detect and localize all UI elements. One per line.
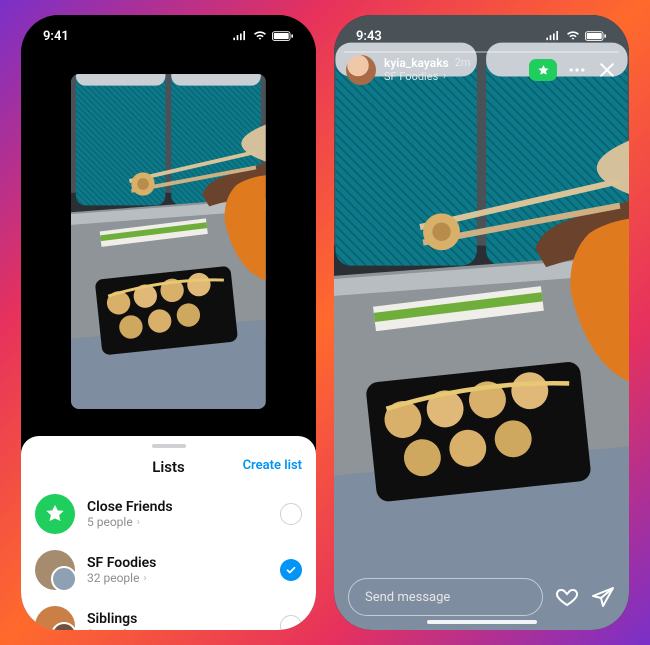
like-button[interactable]	[555, 585, 579, 609]
chevron-right-icon: ›	[137, 517, 140, 528]
list-item-text: Close Friends 5 people›	[87, 499, 268, 529]
story-preview-area	[21, 15, 316, 436]
list-item-siblings[interactable]: Siblings 2 people›	[21, 598, 316, 630]
sheet-title: Lists	[152, 458, 184, 476]
list-item-text: SF Foodies 32 people›	[87, 555, 268, 585]
status-icons	[545, 31, 607, 42]
story-preview-image	[71, 74, 266, 409]
create-list-button[interactable]: Create list	[243, 458, 302, 473]
author-avatar[interactable]	[346, 55, 376, 85]
close-button[interactable]	[597, 60, 617, 80]
status-icons	[232, 31, 294, 42]
chevron-right-icon: ›	[137, 629, 140, 630]
chevron-right-icon: ›	[143, 573, 146, 584]
list-item-radio[interactable]	[280, 559, 302, 581]
phone-left-lists: 9:41 Lists Create list Close Friends 5 p	[21, 15, 316, 630]
status-time: 9:41	[43, 29, 69, 44]
story-progress-bar[interactable]	[344, 51, 619, 53]
reply-input[interactable]: Send message	[348, 578, 543, 616]
phone-right-story-viewer: 9:43 kyia_kayaks 2m SF Foodies ›	[334, 15, 629, 630]
story-image[interactable]	[334, 15, 629, 630]
star-icon	[35, 494, 75, 534]
group-avatar-icon	[35, 606, 75, 630]
sheet-header: Lists Create list	[21, 454, 316, 486]
more-options-button[interactable]	[567, 60, 587, 80]
list-item-radio[interactable]	[280, 503, 302, 525]
audience-label: SF Foodies	[384, 71, 438, 84]
list-item-text: Siblings 2 people›	[87, 611, 268, 630]
close-friends-badge[interactable]	[529, 59, 557, 81]
sheet-grabber[interactable]	[152, 444, 186, 448]
share-sheet: Lists Create list Close Friends 5 people…	[21, 436, 316, 630]
list-item-sf-foodies[interactable]: SF Foodies 32 people›	[21, 542, 316, 598]
story-time-ago: 2m	[455, 57, 471, 70]
home-indicator[interactable]	[427, 620, 537, 624]
status-bar: 9:43	[334, 25, 629, 47]
chevron-right-icon: ›	[443, 71, 446, 83]
story-meta[interactable]: kyia_kayaks 2m SF Foodies ›	[384, 57, 521, 83]
list-item-close-friends[interactable]: Close Friends 5 people›	[21, 486, 316, 542]
author-username: kyia_kayaks	[384, 57, 449, 71]
story-header-actions	[529, 59, 617, 81]
list-item-radio[interactable]	[280, 615, 302, 630]
lists-container: Close Friends 5 people› SF Foodies 32 pe…	[21, 486, 316, 630]
story-header: kyia_kayaks 2m SF Foodies ›	[334, 55, 629, 85]
reply-placeholder: Send message	[365, 590, 450, 605]
story-footer: Send message	[334, 578, 629, 616]
status-bar: 9:41	[21, 25, 316, 47]
status-time: 9:43	[356, 29, 382, 44]
group-avatar-icon	[35, 550, 75, 590]
share-button[interactable]	[591, 585, 615, 609]
